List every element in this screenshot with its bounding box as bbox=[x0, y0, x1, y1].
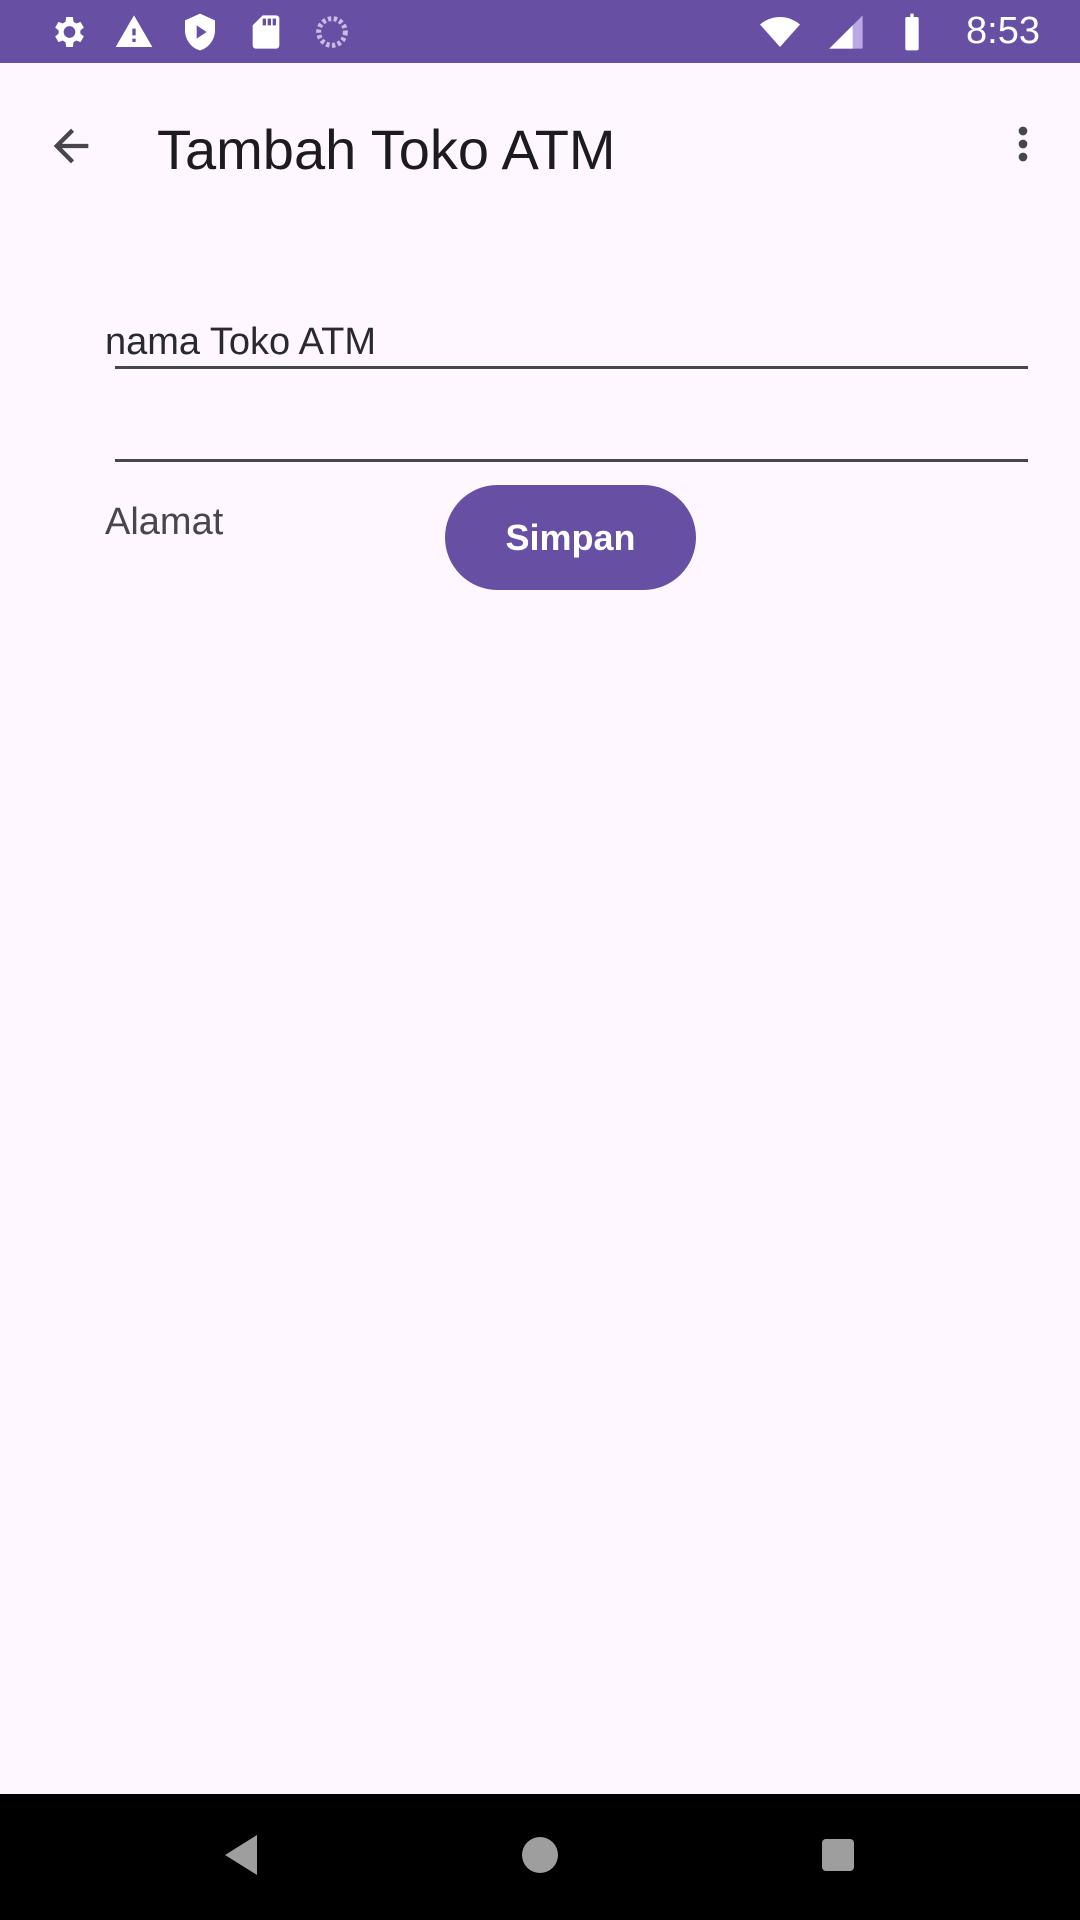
store-name-underline bbox=[115, 366, 1028, 369]
play-protect-icon bbox=[180, 12, 220, 52]
nav-home-icon bbox=[520, 1835, 560, 1880]
arrow-back-icon bbox=[45, 120, 97, 177]
nav-recents-button[interactable] bbox=[808, 1827, 868, 1887]
more-vert-icon bbox=[997, 118, 1049, 175]
store-name-input-value: nama Toko ATM bbox=[105, 321, 377, 363]
address-label: Alamat bbox=[105, 501, 224, 543]
settings-icon bbox=[48, 12, 88, 52]
save-button[interactable]: Simpan bbox=[445, 485, 696, 590]
status-left-icons bbox=[48, 12, 352, 52]
address-input[interactable] bbox=[115, 395, 1028, 465]
sd-card-icon bbox=[246, 12, 286, 52]
nav-recents-icon bbox=[820, 1837, 856, 1878]
overflow-menu-button[interactable] bbox=[988, 111, 1058, 181]
loading-icon bbox=[312, 12, 352, 52]
app-bar: Tambah Toko ATM bbox=[0, 63, 1080, 231]
status-bar: 8:53 bbox=[0, 0, 1080, 63]
status-time: 8:53 bbox=[966, 10, 1040, 52]
system-nav-bar bbox=[0, 1794, 1080, 1920]
nav-back-button[interactable] bbox=[211, 1827, 271, 1887]
nav-back-icon bbox=[221, 1833, 261, 1882]
nav-home-button[interactable] bbox=[510, 1827, 570, 1887]
battery-icon bbox=[892, 12, 932, 52]
signal-icon bbox=[826, 12, 866, 52]
wifi-icon bbox=[760, 12, 801, 52]
store-name-input[interactable]: nama Toko ATM bbox=[105, 315, 1028, 370]
warning-icon bbox=[114, 12, 154, 52]
status-right-icons: 8:53 bbox=[760, 10, 1040, 53]
page-title: Tambah Toko ATM bbox=[157, 118, 616, 181]
address-underline bbox=[115, 459, 1028, 462]
back-button[interactable] bbox=[36, 113, 106, 183]
